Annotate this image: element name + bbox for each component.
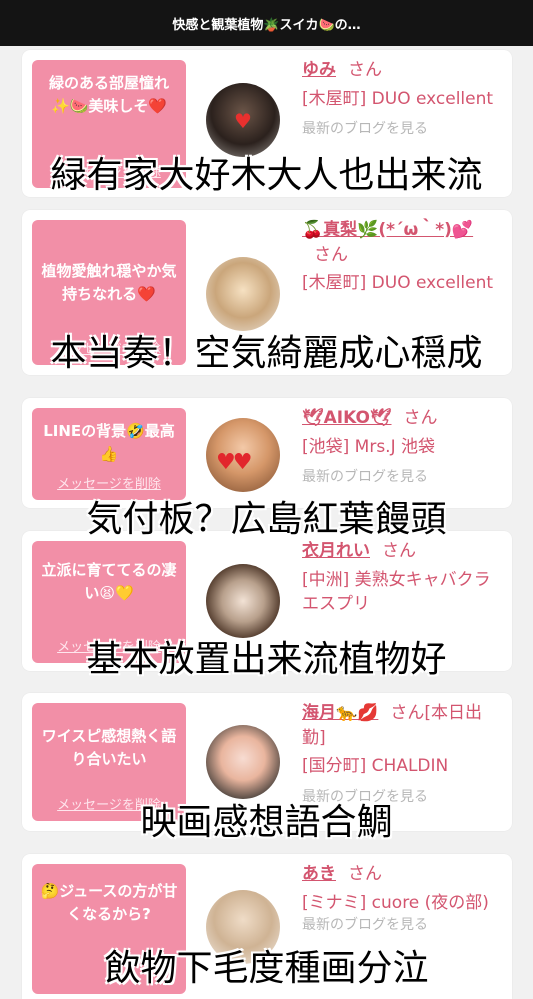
caption-overlay: 緑有家大好木大人也出来流 — [50, 155, 483, 196]
caption-overlay: 飲物下毛度種画分泣 — [104, 948, 429, 989]
user-info: ゆみ さん [木屋町] DUO excellent 最新のブログを見る — [302, 58, 502, 140]
caption-overlay: 基本放置出来流植物好 — [86, 639, 447, 680]
avatar[interactable] — [206, 725, 280, 799]
message-text: ワイスピ感想熱く語り合いたい — [41, 727, 177, 769]
caption-overlay: 気付板？広島紅葉饅頭 — [86, 499, 447, 540]
honorific: さん — [348, 60, 382, 80]
shop-name: [池袋] Mrs.J 池袋 — [302, 436, 436, 457]
shop-name: [木屋町] DUO excellent — [302, 88, 494, 109]
caption-overlay: 映画感想語合鯛 — [140, 802, 393, 843]
message-text: 緑のある部屋憧れ✨🍉美味しそ❤️ — [48, 74, 169, 116]
user-name-link[interactable]: 海月🐆💋 — [302, 703, 378, 723]
latest-blog-link[interactable]: 最新のブログを見る — [302, 915, 502, 935]
message-text: LINEの背景🤣最高👍 — [43, 422, 175, 464]
honorific: さん — [403, 408, 438, 428]
user-name-link[interactable]: 🍒真梨🌿(*´ω｀*)💕 — [302, 220, 473, 240]
honorific: さん — [314, 244, 348, 265]
honorific: さん — [348, 864, 382, 884]
page-title: 快感と観葉植物🪴スイカ🍉の… — [172, 17, 361, 33]
user-name-link[interactable]: 衣月れい — [302, 541, 370, 561]
shop-name: [木屋町] DUO excellent — [302, 273, 494, 294]
avatar[interactable]: ♥♥ — [206, 418, 280, 492]
user-info: 🕊AIKO🕊 さん [池袋] Mrs.J 池袋 最新のブログを見る — [302, 406, 502, 488]
latest-blog-link[interactable]: 最新のブログを見る — [302, 119, 502, 139]
heart-icon: ♥ — [234, 109, 252, 133]
message-text: 植物愛触れ穏やか気持ちなれる❤️ — [41, 262, 177, 304]
user-name-link[interactable]: 🕊AIKO🕊 — [302, 408, 392, 428]
user-info: あき さん [ミナミ] cuore (夜の部) 最新のブログを見る — [302, 862, 502, 936]
honorific: さん — [382, 541, 416, 561]
user-name-link[interactable]: ゆみ — [302, 60, 336, 80]
caption-overlay: 本当奏！空気綺麗成心穏成 — [50, 333, 483, 374]
message-bubble: LINEの背景🤣最高👍 メッセージを削除 — [32, 408, 186, 500]
heart-sunglasses-icon: ♥♥ — [216, 450, 252, 475]
message-text: 立派に育ててるの凄い😫💛 — [41, 561, 177, 603]
shop-name: [中洲] 美熟女キャバクラ エスプリ — [302, 569, 491, 615]
app-title-bar: 快感と観葉植物🪴スイカ🍉の… — [0, 0, 533, 46]
user-info: 🍒真梨🌿(*´ω｀*)💕 さん [木屋町] DUO excellent — [302, 218, 502, 296]
message-text: 🤔ジュースの方が甘くなるから? — [40, 882, 178, 924]
shop-name: [ミナミ] cuore (夜の部) — [302, 892, 489, 913]
latest-blog-link[interactable]: 最新のブログを見る — [302, 467, 502, 487]
shop-name: [国分町] CHALDIN — [302, 756, 449, 777]
avatar[interactable] — [206, 257, 280, 331]
avatar[interactable] — [206, 564, 280, 638]
user-name-link[interactable]: あき — [302, 864, 336, 884]
user-info: 海月🐆💋 さん[本日出勤] [国分町] CHALDIN 最新のブログを見る — [302, 701, 502, 807]
user-info: 衣月れい さん [中洲] 美熟女キャバクラ エスプリ — [302, 539, 502, 617]
